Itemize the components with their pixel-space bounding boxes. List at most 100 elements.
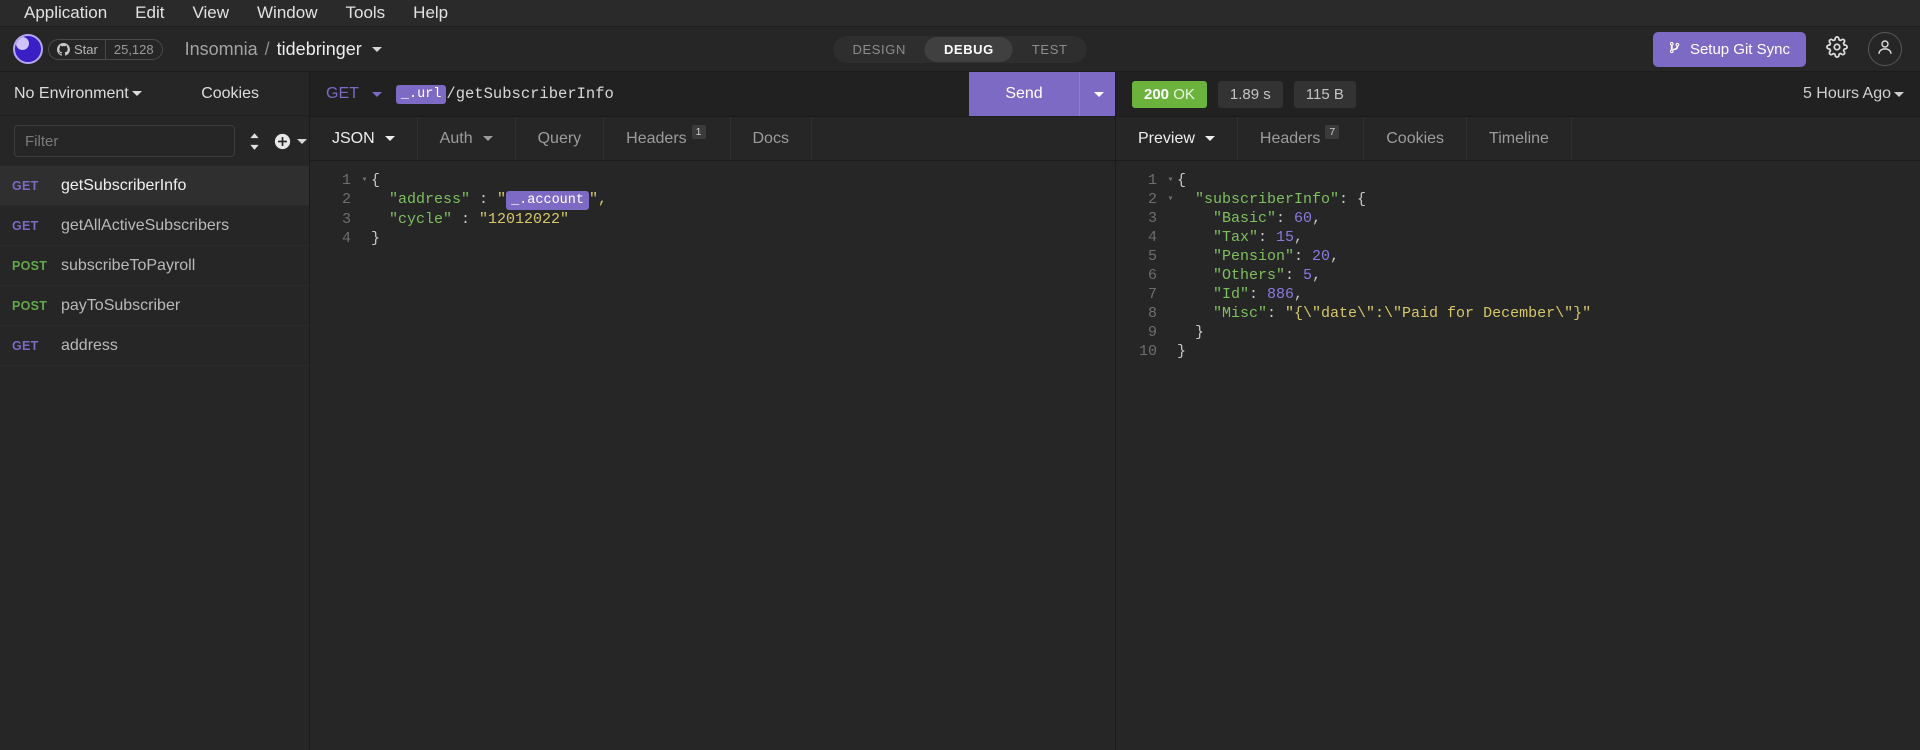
chevron-down-icon[interactable] [482, 136, 493, 141]
code-token: "12012022" [479, 211, 570, 228]
activity-toggle[interactable]: DESIGN DEBUG TEST [833, 35, 1087, 63]
response-tab-headers[interactable]: Headers 7 [1238, 117, 1365, 160]
fold-toggle-icon[interactable]: ▾ [358, 171, 371, 190]
request-body-editor[interactable]: 1 ▾{2 "address" : " _.account ", 3 "cycle" :… [310, 161, 1115, 750]
cookies-button[interactable]: Cookies [201, 85, 259, 103]
menu-item-window[interactable]: Window [243, 2, 331, 24]
url-template-tag[interactable]: _.url [395, 84, 447, 104]
code-token: 886 [1267, 286, 1295, 303]
code-line: 2 ▾ "subscriberInfo": { [1116, 190, 1920, 209]
response-history-selector[interactable]: 5 Hours Ago [1803, 85, 1904, 103]
line-number: 8 [1147, 305, 1157, 322]
request-name-label: address [61, 336, 118, 354]
request-tab-auth[interactable]: Auth [418, 117, 516, 160]
setup-git-sync-button[interactable]: Setup Git Sync [1652, 31, 1806, 67]
code-line-content: } [371, 229, 380, 248]
menu-item-view[interactable]: View [178, 2, 243, 24]
code-token: { [1177, 172, 1187, 189]
response-size-badge[interactable]: 115 B [1293, 80, 1356, 108]
github-star-badge[interactable]: Star 25,128 [48, 38, 163, 60]
code-token: " [497, 191, 507, 208]
code-line-content: "subscriberInfo": { [1177, 190, 1366, 209]
request-list: GET getSubscriberInfo GET getAllActiveSubsc… [0, 166, 309, 750]
tab-label: Timeline [1489, 129, 1549, 147]
chevron-down-icon[interactable] [1204, 136, 1215, 141]
sidebar-filter-row [0, 116, 309, 166]
activity-tab-test[interactable]: TEST [1013, 37, 1087, 62]
settings-button[interactable] [1820, 32, 1854, 66]
request-method-label: GET [12, 178, 39, 193]
send-button[interactable]: Send [969, 72, 1079, 116]
line-number: 1 [1147, 172, 1157, 189]
tab-label: Auth [439, 129, 473, 147]
line-number: 4 [341, 230, 351, 247]
code-token: "Id" [1177, 286, 1250, 303]
tab-label: Preview [1138, 129, 1195, 147]
code-line: 4} [310, 229, 1115, 248]
code-line-content: "Id": 886, [1177, 285, 1303, 304]
chevron-down-icon[interactable] [384, 136, 395, 141]
github-icon [57, 42, 70, 56]
response-tab-cookies[interactable]: Cookies [1364, 117, 1468, 160]
menu-item-application[interactable]: Application [10, 2, 121, 24]
code-token: "Basic" [1177, 210, 1277, 227]
chevron-down-icon[interactable] [297, 138, 307, 144]
add-request-button[interactable] [274, 133, 307, 150]
code-token: } [1177, 324, 1205, 341]
breadcrumb[interactable]: Insomnia / tidebringer [185, 39, 382, 60]
response-tab-preview[interactable]: Preview [1134, 117, 1238, 160]
elapsed-time-badge[interactable]: 1.89 s [1217, 80, 1283, 108]
chevron-down-icon [131, 91, 142, 96]
request-tab-headers[interactable]: Headers 1 [604, 117, 731, 160]
request-list-item[interactable]: POST payToSubscriber [0, 286, 309, 326]
request-list-item[interactable]: POST subscribeToPayroll [0, 246, 309, 286]
tab-label: Cookies [1386, 129, 1445, 147]
request-tab-json[interactable]: JSON [328, 117, 418, 160]
template-tag[interactable]: _.account [506, 191, 589, 210]
code-line-content: "Basic": 60, [1177, 209, 1321, 228]
environment-selector[interactable]: No Environment [14, 85, 142, 103]
request-tab-docs[interactable]: Docs [731, 117, 812, 160]
breadcrumb-workspace[interactable]: tidebringer [277, 39, 362, 60]
request-list-item[interactable]: GET address [0, 326, 309, 366]
response-body-viewer[interactable]: 1 ▾{2 ▾ "subscriberInfo": {3 "Basic": 60, 4… [1116, 161, 1920, 750]
method-selector[interactable]: GET [310, 72, 396, 116]
request-tab-query[interactable]: Query [516, 117, 605, 160]
line-number: 3 [1147, 210, 1157, 227]
activity-tab-design[interactable]: DESIGN [833, 37, 924, 62]
response-pane: 200 OK 1.89 s 115 B 5 Hours Ago Preview H… [1116, 72, 1920, 750]
code-line-content: { [1177, 171, 1186, 190]
response-tab-timeline[interactable]: Timeline [1467, 117, 1572, 160]
fold-toggle-icon[interactable]: ▾ [1164, 190, 1177, 209]
activity-tab-debug[interactable]: DEBUG [924, 36, 1013, 62]
url-input[interactable]: _.url/getSubscriberInfo [395, 72, 969, 116]
code-token: : [1267, 305, 1286, 322]
account-button[interactable] [1868, 32, 1902, 66]
method-label: GET [326, 85, 359, 102]
menu-item-edit[interactable]: Edit [121, 2, 178, 24]
line-number: 2 [341, 191, 351, 208]
code-token: : [479, 191, 498, 208]
menu-item-help[interactable]: Help [399, 2, 462, 24]
tab-label: JSON [332, 129, 375, 147]
code-token: , [1294, 229, 1304, 246]
code-token: } [1177, 343, 1187, 360]
request-list-item[interactable]: GET getSubscriberInfo [0, 166, 309, 206]
code-line-content: "Misc": "{\"date\":\"Paid for December\"… [1177, 304, 1591, 323]
menu-item-tools[interactable]: Tools [331, 2, 399, 24]
send-options-button[interactable] [1079, 72, 1115, 116]
line-number: 6 [1147, 267, 1157, 284]
code-token: 5 [1303, 267, 1313, 284]
code-token: 60 [1294, 210, 1313, 227]
fold-toggle-icon[interactable]: ▾ [1164, 171, 1177, 190]
status-badge[interactable]: 200 OK [1132, 80, 1207, 108]
chevron-down-icon[interactable] [371, 46, 382, 52]
request-list-item[interactable]: GET getAllActiveSubscribers [0, 206, 309, 246]
status-code: 200 [1144, 85, 1170, 103]
sort-icon[interactable] [247, 132, 262, 151]
filter-input[interactable] [14, 125, 235, 157]
